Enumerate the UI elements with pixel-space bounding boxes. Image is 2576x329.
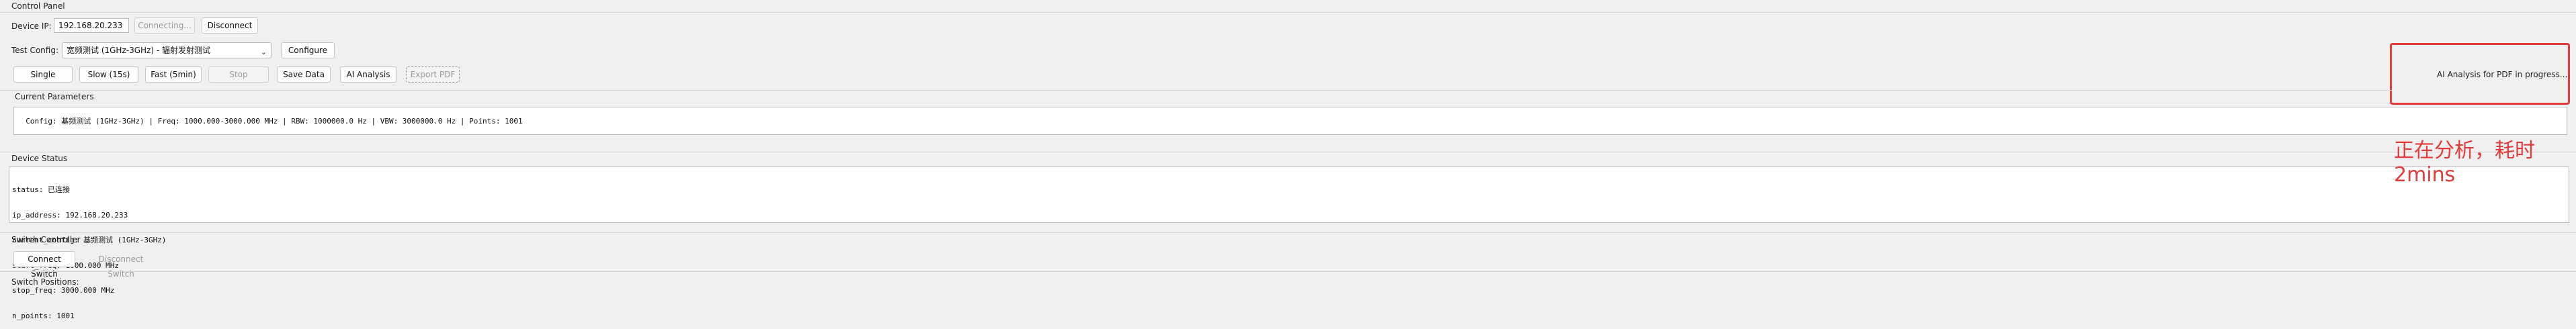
annotation-line-2: 2mins bbox=[2394, 163, 2456, 187]
connect-button[interactable]: Connecting... bbox=[134, 17, 195, 34]
switch-positions-label: Switch Positions: bbox=[11, 277, 79, 287]
status-line: current_config: 基频测试 (1GHz-3GHz) bbox=[12, 236, 167, 244]
panel-title: Control Panel bbox=[11, 1, 65, 11]
stop-button[interactable]: Stop bbox=[208, 66, 269, 83]
export-pdf-button[interactable]: Export PDF bbox=[406, 66, 460, 83]
save-data-button[interactable]: Save Data bbox=[277, 66, 331, 83]
disconnect-switch-button[interactable]: Disconnect Switch bbox=[83, 251, 159, 279]
device-status-title: Device Status bbox=[11, 154, 68, 163]
switch-controller-title: Switch Controller bbox=[11, 235, 81, 244]
ai-status-text: AI Analysis for PDF in progress... bbox=[2437, 70, 2568, 79]
configure-button[interactable]: Configure bbox=[281, 42, 335, 58]
chevron-down-icon: ⌄ bbox=[260, 48, 267, 56]
single-button[interactable]: Single bbox=[13, 66, 73, 83]
device-ip-input[interactable] bbox=[54, 18, 129, 33]
status-line: n_points: 1001 bbox=[12, 311, 75, 320]
status-line: ip_address: 192.168.20.233 bbox=[12, 210, 128, 220]
switch-controller-divider bbox=[0, 232, 2576, 233]
slow-button[interactable]: Slow (15s) bbox=[79, 66, 138, 83]
ai-analysis-button[interactable]: AI Analysis bbox=[340, 66, 397, 83]
fast-button[interactable]: Fast (5min) bbox=[145, 66, 202, 83]
annotation-text: 正在分析，耗时 2mins bbox=[2394, 139, 2535, 187]
current-parameters-text: Config: 基频测试 (1GHz-3GHz) | Freq: 1000.00… bbox=[26, 116, 523, 126]
annotation-line-1: 正在分析，耗时 bbox=[2394, 139, 2535, 162]
panel-title-divider bbox=[0, 12, 2576, 13]
test-config-label: Test Config: bbox=[11, 46, 58, 55]
test-config-select[interactable]: 宽频测试 (1GHz-3GHz) - 辐射发射测试 ⌄ bbox=[62, 42, 272, 58]
status-line: status: 已连接 bbox=[12, 185, 70, 194]
status-line: start_freq: 1000.000 MHz bbox=[12, 261, 119, 270]
device-ip-label: Device IP: bbox=[11, 21, 52, 31]
current-parameters-divider bbox=[0, 90, 2392, 91]
switch-positions-divider bbox=[0, 271, 2576, 272]
connect-switch-button[interactable]: Connect Switch bbox=[13, 251, 75, 279]
current-parameters-textbox[interactable]: Config: 基频测试 (1GHz-3GHz) | Freq: 1000.00… bbox=[13, 107, 2567, 135]
device-status-textbox[interactable]: status: 已连接 ip_address: 192.168.20.233 c… bbox=[9, 167, 2569, 320]
disconnect-button[interactable]: Disconnect bbox=[202, 17, 258, 34]
current-parameters-title: Current Parameters bbox=[15, 92, 94, 101]
test-config-selected-value: 宽频测试 (1GHz-3GHz) - 辐射发射测试 bbox=[67, 46, 210, 55]
